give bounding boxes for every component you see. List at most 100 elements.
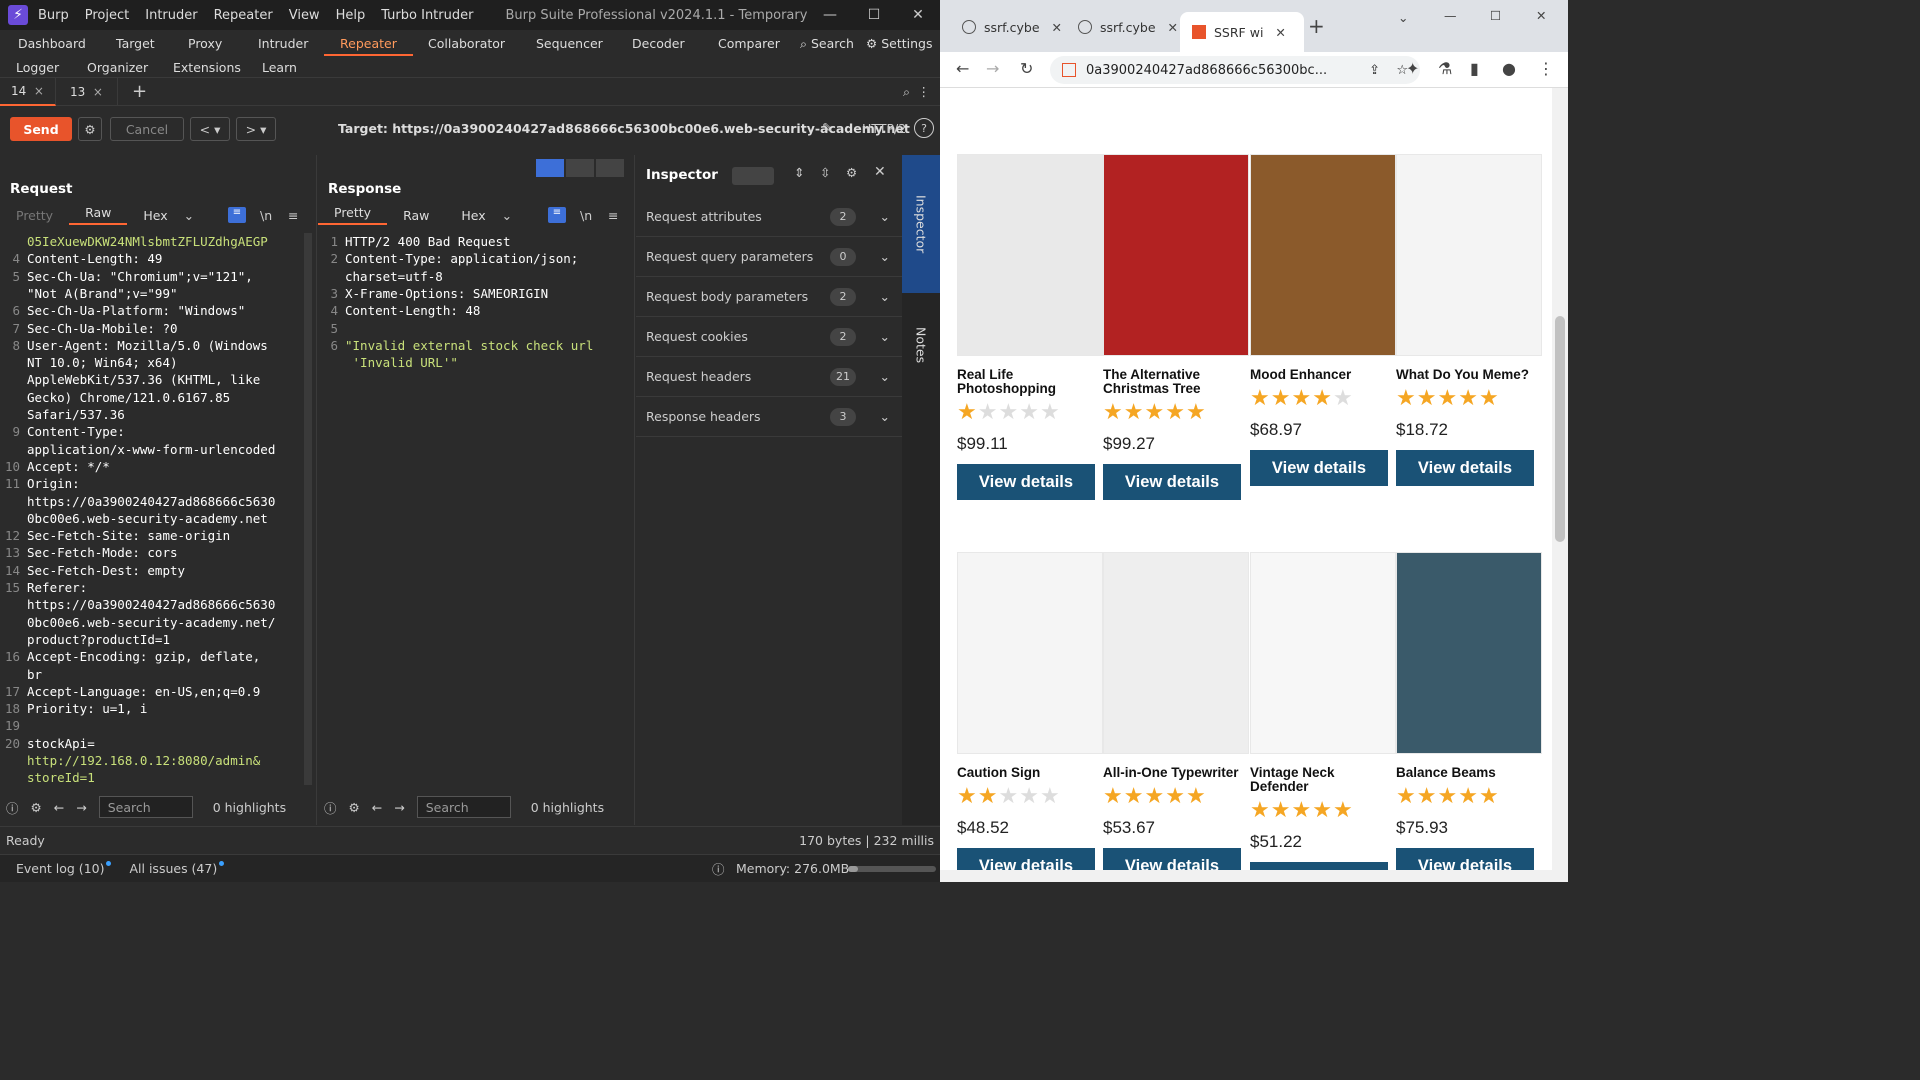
scrollbar[interactable] [304, 233, 312, 785]
minimize-icon[interactable]: — [808, 7, 852, 23]
menu-icon[interactable]: ≡ [288, 208, 298, 223]
product-image[interactable] [1250, 154, 1396, 356]
scroll-thumb[interactable] [1555, 316, 1565, 542]
tab-hex[interactable]: Hex [127, 208, 183, 223]
tab-comparer[interactable]: Comparer [718, 36, 780, 51]
search-button[interactable]: ⌕ Search [800, 36, 854, 52]
forward-icon[interactable]: → [986, 59, 999, 78]
new-tab-icon[interactable]: + [1308, 14, 1325, 38]
menu-icon[interactable]: ≡ [608, 208, 618, 223]
inspector-row[interactable]: Request query parameters 0 ⌄ [636, 237, 902, 277]
layout-stack-icon[interactable] [566, 159, 594, 177]
menu-item[interactable]: Burp [38, 8, 69, 23]
add-tab-icon[interactable]: + [132, 81, 147, 102]
menu-item[interactable]: Turbo Intruder [381, 8, 473, 23]
tab-hex[interactable]: Hex [445, 208, 501, 223]
product-image[interactable] [1103, 552, 1249, 754]
gear-icon[interactable]: ⚙ [846, 165, 857, 180]
product-image[interactable] [1103, 154, 1249, 356]
share-icon[interactable]: ⇪ [1369, 63, 1380, 78]
tab-logger[interactable]: Logger [16, 60, 59, 75]
repeater-tab-13[interactable]: 13 × [56, 77, 118, 106]
close-icon[interactable]: × [93, 85, 103, 99]
view-details-button[interactable]: View details [957, 848, 1095, 870]
inspector-row[interactable]: Request attributes 2 ⌄ [636, 197, 902, 237]
menu-item[interactable]: View [289, 8, 320, 23]
arrow-right-icon[interactable]: → [394, 800, 404, 815]
horizontal-scrollbar[interactable] [940, 870, 1568, 882]
tab-search-icon[interactable]: ⌄ [1398, 10, 1408, 25]
browser-tab[interactable]: ssrf.cybe ✕ [950, 12, 1062, 42]
request-search-input[interactable]: Search [98, 796, 193, 818]
site-info-icon[interactable] [1062, 63, 1076, 77]
arrow-left-icon[interactable]: ← [372, 800, 382, 815]
product-image[interactable] [1396, 552, 1542, 754]
back-history-button[interactable]: < ▾ [190, 117, 230, 141]
page-scrollbar[interactable] [1552, 88, 1568, 870]
repeater-tab-14[interactable]: 14 × [0, 77, 56, 106]
tab-notes[interactable]: Notes [902, 305, 940, 385]
profile-avatar-icon[interactable]: ● [1502, 59, 1516, 78]
side-panel-icon[interactable]: ▮ [1470, 59, 1479, 78]
inspector-row[interactable]: Response headers 3 ⌄ [636, 397, 902, 437]
tab-intruder[interactable]: Intruder [258, 36, 308, 51]
tab-extensions[interactable]: Extensions [173, 60, 241, 75]
gear-icon[interactable]: ⚙ [349, 800, 360, 815]
minimize-icon[interactable]: — [1444, 8, 1457, 23]
tab-proxy[interactable]: Proxy [188, 36, 222, 51]
inspector-row[interactable]: Request body parameters 2 ⌄ [636, 277, 902, 317]
inspector-row[interactable]: Request cookies 2 ⌄ [636, 317, 902, 357]
arrow-left-icon[interactable]: ← [54, 800, 64, 815]
forward-history-button[interactable]: > ▾ [236, 117, 276, 141]
extensions-icon[interactable]: ✦ [1406, 59, 1419, 78]
close-icon[interactable]: ✕ [1052, 20, 1062, 35]
layout-tab-icon[interactable] [596, 159, 624, 177]
close-icon[interactable]: ✕ [896, 7, 940, 23]
tab-organizer[interactable]: Organizer [87, 60, 148, 75]
tab-decoder[interactable]: Decoder [632, 36, 685, 51]
help-icon[interactable]: ⓘ [324, 798, 337, 817]
product-image[interactable] [957, 154, 1103, 356]
tab-sequencer[interactable]: Sequencer [536, 36, 603, 51]
newline-toggle-icon[interactable]: \n [580, 208, 592, 223]
chevron-down-icon[interactable]: ⌄ [502, 208, 512, 223]
layout-toggle[interactable] [732, 167, 774, 185]
tab-repeater[interactable]: Repeater [324, 36, 413, 56]
extension-icon[interactable]: ⚗ [1438, 59, 1452, 78]
http-version[interactable]: HTTP/2 [862, 121, 906, 136]
event-log-link[interactable]: Event log (10) [16, 861, 112, 876]
tab-target[interactable]: Target [116, 36, 155, 51]
product-image[interactable] [957, 552, 1103, 754]
view-details-button[interactable]: View details [957, 464, 1095, 500]
reload-icon[interactable]: ↻ [1020, 59, 1033, 78]
all-issues-link[interactable]: All issues (47) [129, 861, 225, 876]
help-icon[interactable]: ⓘ [6, 798, 19, 817]
view-details-button[interactable]: View details [1103, 464, 1241, 500]
menu-item[interactable]: Intruder [145, 8, 197, 23]
omnibox[interactable]: 0a3900240427ad868666c56300bc... ⇪ ☆ [1050, 56, 1420, 84]
close-icon[interactable]: ✕ [1536, 8, 1546, 23]
browser-tab-active[interactable]: SSRF wi ✕ [1180, 12, 1304, 52]
wrap-lines-icon[interactable]: ≡ [548, 207, 566, 223]
close-icon[interactable]: ✕ [874, 164, 886, 180]
expand-all-icon[interactable]: ⇕ [794, 165, 804, 180]
view-details-button[interactable]: View details [1103, 848, 1241, 870]
chevron-down-icon[interactable]: ⌄ [184, 208, 194, 223]
tab-collaborator[interactable]: Collaborator [428, 36, 505, 51]
back-icon[interactable]: ← [956, 59, 969, 78]
gear-icon[interactable]: ⚙ [31, 800, 42, 815]
view-details-button[interactable]: View details [1396, 450, 1534, 486]
menu-item[interactable]: Help [336, 8, 366, 23]
close-icon[interactable]: ✕ [1275, 25, 1285, 40]
layout-side-icon[interactable] [536, 159, 564, 177]
product-image[interactable] [1396, 154, 1542, 356]
inspector-row[interactable]: Request headers 21 ⌄ [636, 357, 902, 397]
send-button[interactable]: Send [10, 117, 72, 141]
response-search-input[interactable]: Search [416, 796, 511, 818]
edit-pencil-icon[interactable]: ✎ [822, 120, 832, 135]
maximize-icon[interactable]: ☐ [852, 7, 896, 23]
collapse-all-icon[interactable]: ⇳ [820, 165, 830, 180]
wrap-lines-icon[interactable]: ≡ [228, 207, 246, 223]
menu-item[interactable]: Project [85, 8, 129, 23]
close-icon[interactable]: ✕ [1168, 20, 1178, 35]
